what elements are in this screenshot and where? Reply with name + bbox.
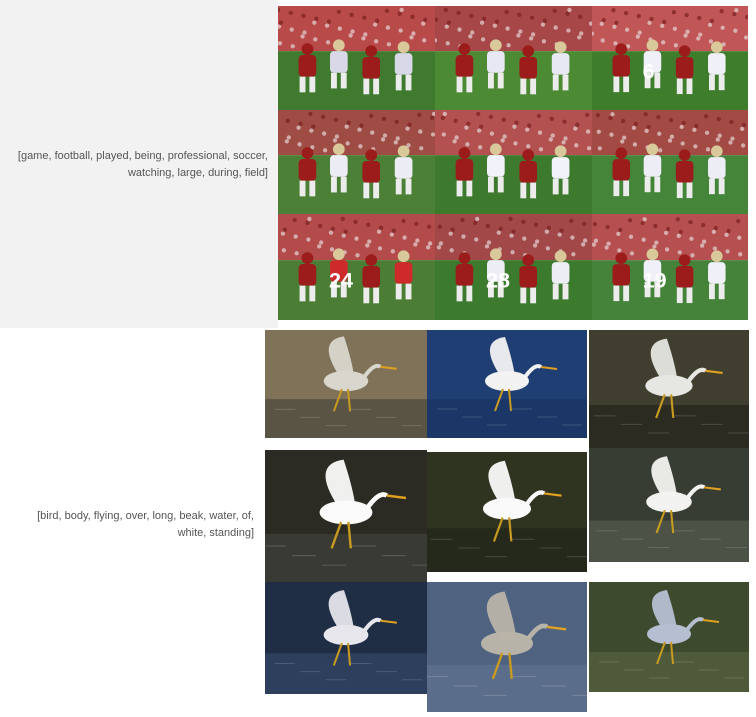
svg-text:6: 6 (643, 59, 655, 83)
bird-image-6[interactable] (589, 448, 749, 562)
bird-photo (589, 582, 749, 692)
bird-group: [bird, body, flying, over, long, beak, w… (0, 330, 756, 717)
football-image-5[interactable] (435, 110, 592, 214)
bird-photo (265, 450, 427, 582)
football-group: [game, football, played, being, professi… (0, 0, 756, 328)
football-image-1[interactable] (278, 6, 435, 110)
bird-image-4[interactable] (265, 450, 427, 582)
bird-photo (427, 582, 587, 712)
football-photo (592, 110, 748, 214)
football-caption: [game, football, played, being, professi… (17, 150, 268, 179)
football-image-6[interactable] (592, 110, 748, 214)
football-image-2[interactable] (435, 6, 592, 110)
bird-image-3[interactable] (589, 330, 749, 448)
bird-caption: [bird, body, flying, over, long, beak, w… (37, 510, 254, 539)
football-photo: 6 (592, 6, 748, 110)
football-image-7[interactable]: 24 (278, 214, 435, 320)
bird-photo (265, 330, 427, 438)
bird-image-2[interactable] (427, 330, 587, 438)
bird-photo (265, 582, 427, 694)
bird-photo (427, 330, 587, 438)
bird-image-8[interactable] (427, 582, 587, 712)
football-image-8[interactable]: 28 (435, 214, 592, 320)
bird-image-7[interactable] (265, 582, 427, 694)
football-photo: 28 (435, 214, 592, 320)
svg-text:28: 28 (486, 268, 510, 293)
football-photo (435, 110, 592, 214)
svg-text:24: 24 (329, 268, 353, 293)
football-photo (278, 110, 435, 214)
football-image-4[interactable] (278, 110, 435, 214)
football-image-9[interactable]: 19 (592, 214, 748, 320)
svg-text:19: 19 (643, 268, 667, 292)
bird-photo (589, 330, 749, 448)
bird-image-1[interactable] (265, 330, 427, 438)
bird-photo (589, 448, 749, 562)
football-photo (278, 6, 435, 110)
football-image-3[interactable]: 6 (592, 6, 748, 110)
bird-image-5[interactable] (427, 452, 587, 572)
football-photo (435, 6, 592, 110)
football-photo: 19 (592, 214, 748, 320)
football-photo: 24 (278, 214, 435, 320)
bird-photo (427, 452, 587, 572)
bird-image-9[interactable] (589, 582, 749, 692)
